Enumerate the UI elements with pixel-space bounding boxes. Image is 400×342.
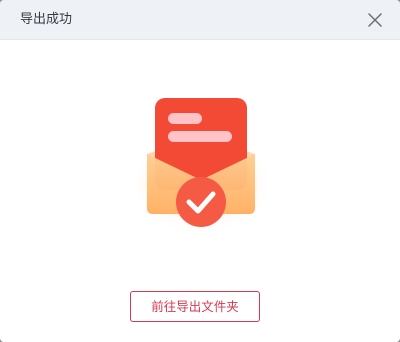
export-success-dialog: 导出成功 前往导出文件夹 — [0, 0, 400, 342]
open-export-folder-button[interactable]: 前往导出文件夹 — [130, 291, 260, 322]
close-icon[interactable] — [367, 12, 383, 28]
dialog-title: 导出成功 — [20, 12, 73, 27]
dialog-header: 导出成功 — [0, 0, 400, 40]
envelope-success-icon — [135, 92, 267, 232]
